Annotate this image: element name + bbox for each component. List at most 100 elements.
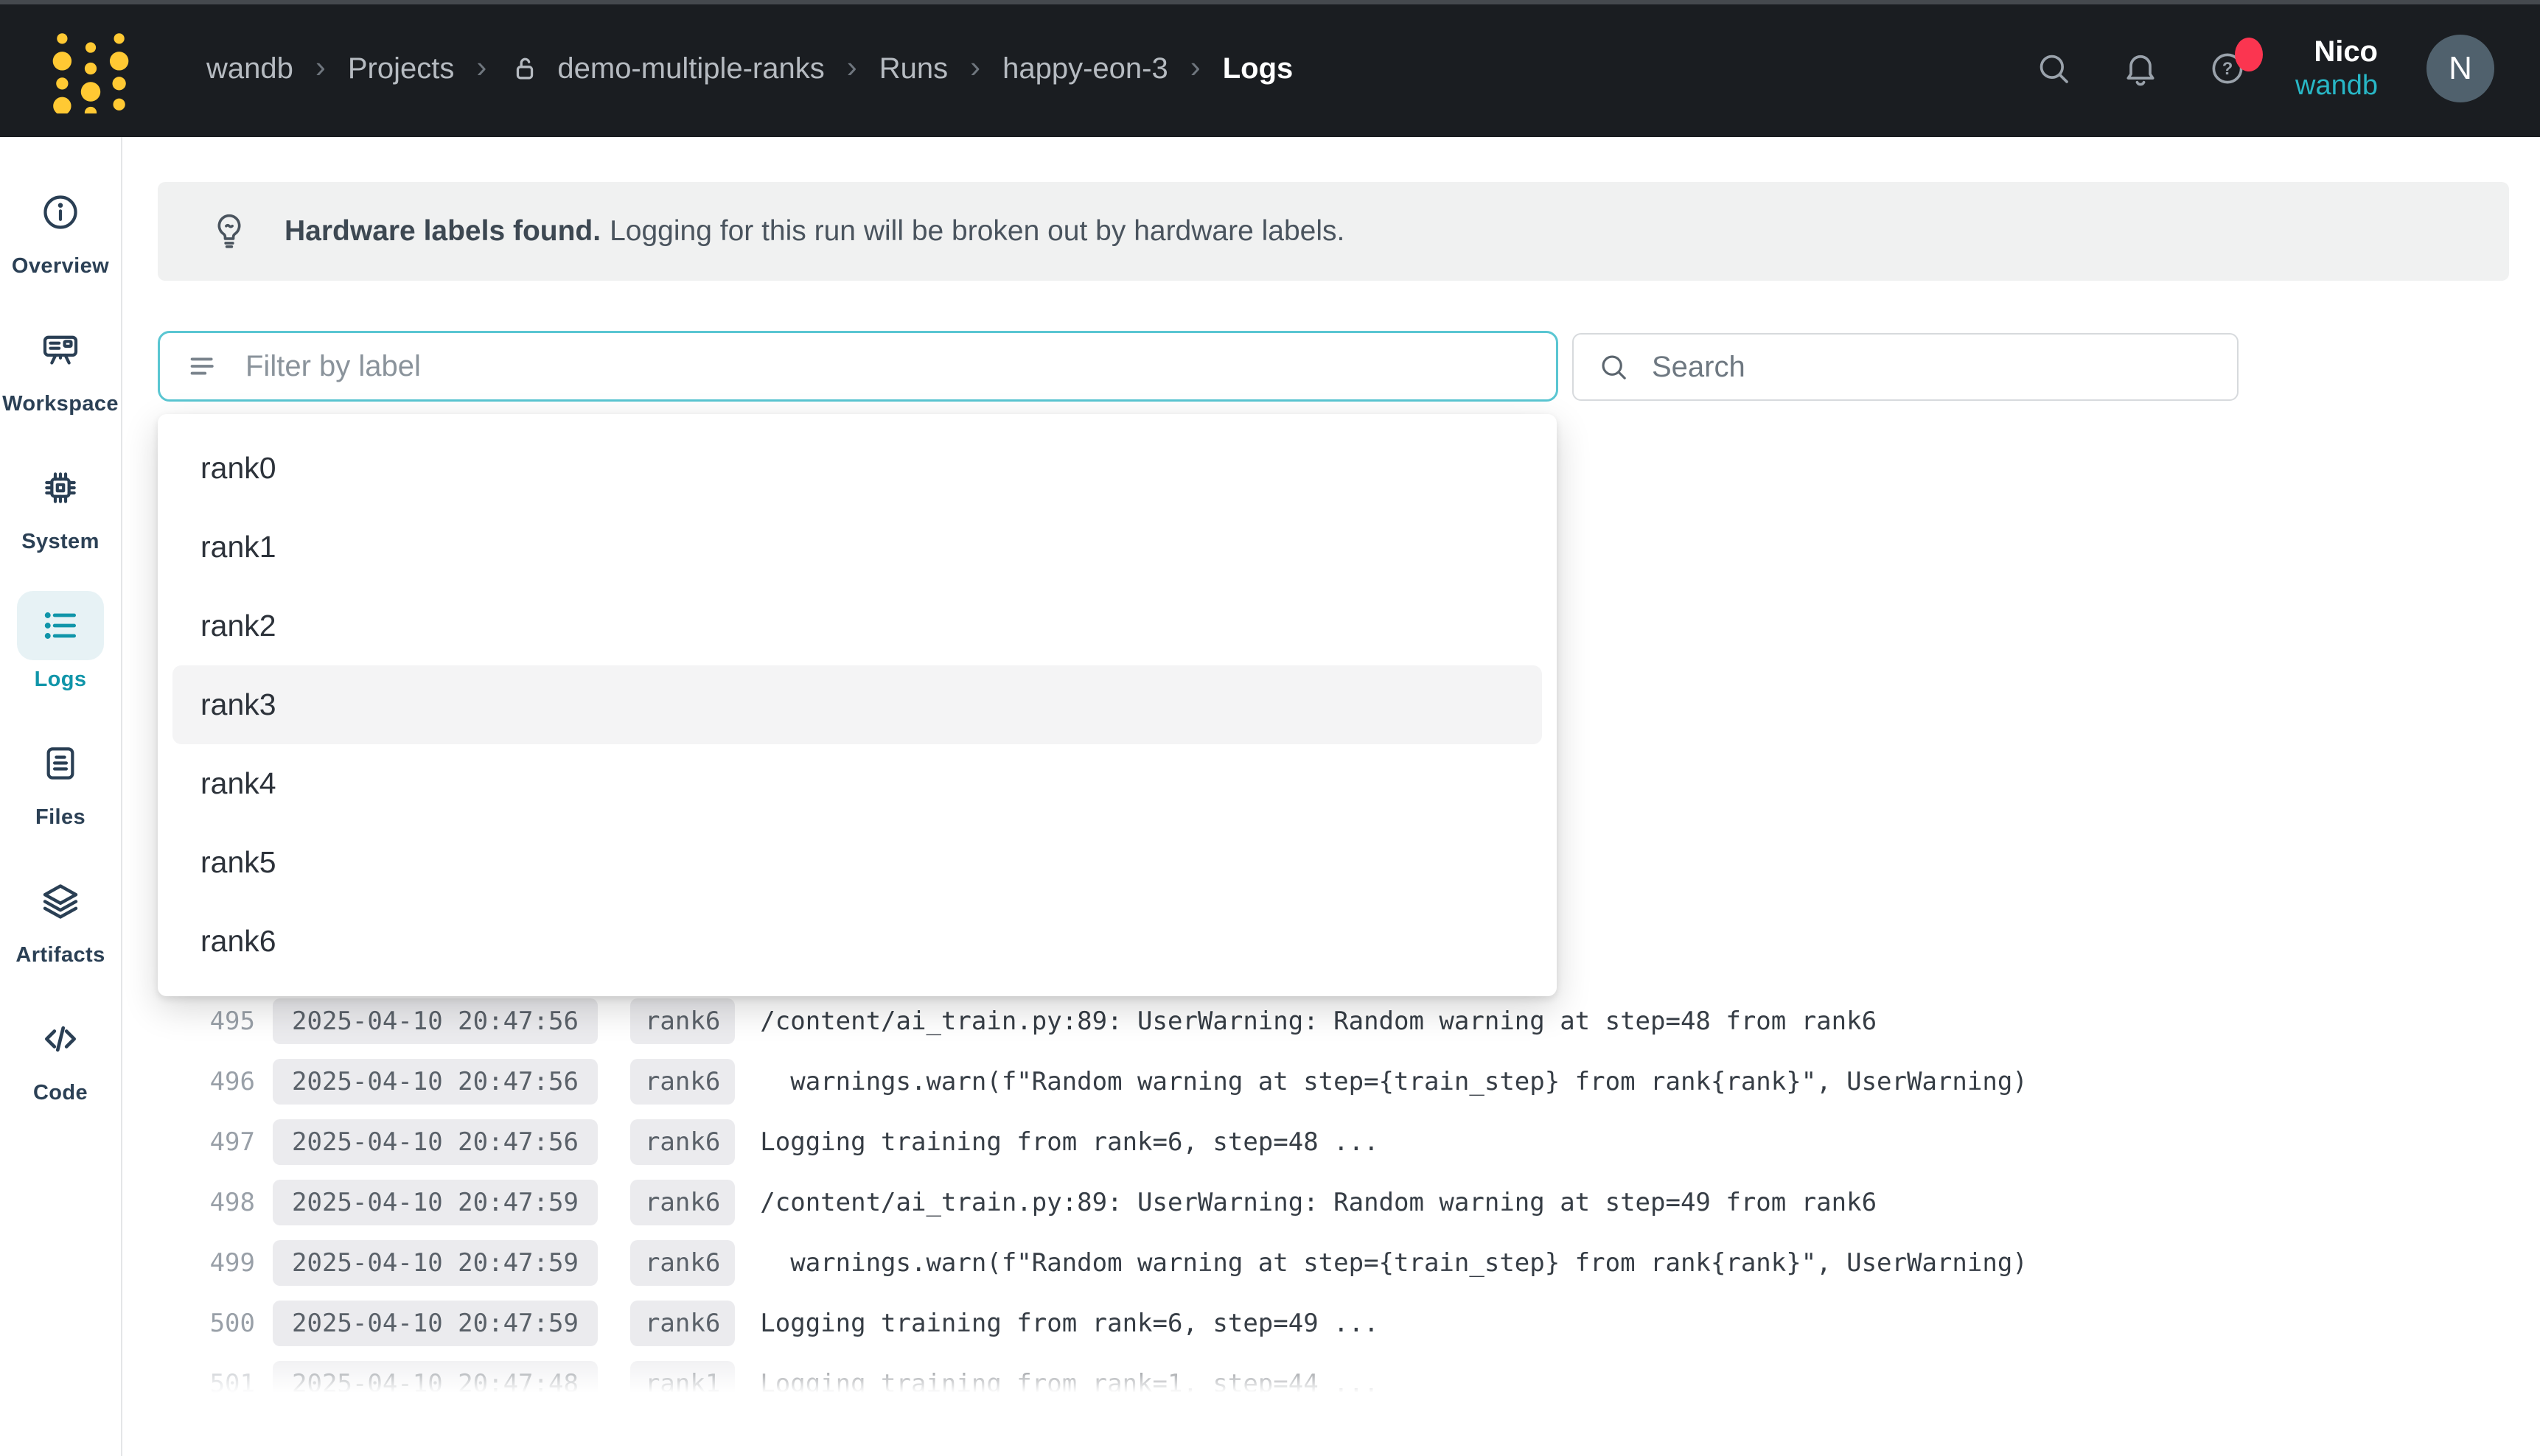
filter-input[interactable] [245, 350, 1531, 383]
banner-text: Hardware labels found. Logging for this r… [285, 215, 1344, 248]
file-icon [17, 729, 104, 798]
window-top-strip [0, 0, 2540, 4]
line-number: 501 [158, 1369, 255, 1399]
search-icon [1597, 351, 1630, 383]
dropdown-option-rank3[interactable]: rank3 [172, 665, 1542, 744]
sidebar-item-logs[interactable]: Logs [17, 591, 104, 692]
search-input[interactable] [1652, 351, 2213, 384]
sidebar-item-label: Overview [12, 254, 109, 279]
bell-icon[interactable] [2121, 49, 2160, 88]
line-number: 496 [158, 1067, 255, 1096]
log-row: 501 2025-04-10 20:47:48 rank1 Logging train… [158, 1354, 2502, 1399]
line-number: 499 [158, 1248, 255, 1278]
list-icon [17, 591, 104, 660]
label-filter-dropdown: rank0rank1rank2rank3rank4rank5rank6 [158, 414, 1557, 996]
user-name: Nico [2314, 35, 2378, 68]
breadcrumb-separator-icon: › [847, 52, 857, 83]
log-row: 500 2025-04-10 20:47:59 rank6 Logging train… [158, 1293, 2502, 1354]
sidebar-item-workspace[interactable]: Workspace [2, 315, 119, 416]
log-message: Logging training from rank=1, step=44 ..… [760, 1369, 1378, 1399]
log-search-field[interactable] [1572, 333, 2239, 401]
dropdown-option-rank0[interactable]: rank0 [158, 429, 1557, 508]
breadcrumb-item-projects[interactable]: Projects [348, 52, 455, 85]
sidebar-item-artifacts[interactable]: Artifacts [15, 867, 105, 967]
log-row: 496 2025-04-10 20:47:56 rank6 warnings.war… [158, 1051, 2502, 1112]
breadcrumb-item-happy-eon-3[interactable]: happy-eon-3 [1002, 52, 1168, 85]
lightbulb-icon [208, 210, 251, 253]
code-icon [17, 1004, 104, 1074]
rank-label-pill: rank6 [630, 1180, 735, 1225]
svg-text:?: ? [2222, 59, 2233, 79]
log-row: 4972025-04-10 20:47:56rank6Logging train… [158, 1112, 2502, 1172]
line-number: 498 [158, 1188, 255, 1217]
log-row: 498 2025-04-10 20:47:59 rank6/content/ai_t… [158, 1172, 2502, 1233]
sidebar-item-label: Workspace [2, 392, 119, 416]
dropdown-option-rank4[interactable]: rank4 [158, 744, 1557, 823]
breadcrumb-separator-icon: › [476, 52, 486, 83]
breadcrumb-separator-icon: › [1190, 52, 1201, 83]
breadcrumb-item-demo-multiple-ranks[interactable]: demo-multiple-ranks [557, 52, 824, 85]
log-output-panel[interactable]: 495 2025-04-10 20:47:56 rank6/content/ai_t… [158, 991, 2502, 1399]
rank-label-pill: rank6 [630, 1119, 735, 1165]
breadcrumb-separator-icon: › [970, 52, 980, 83]
rank-label-pill: rank1 [630, 1361, 735, 1399]
dropdown-option-rank1[interactable]: rank1 [158, 508, 1557, 587]
log-row: 4952025-04-10 20:47:56rank6/content/ai_t… [158, 991, 2502, 1051]
open-lock-icon [509, 52, 541, 85]
log-row: 499 2025-04-10 20:47:59 rank6 warnings.war… [158, 1233, 2502, 1293]
chip-icon [17, 453, 104, 522]
main-content: Hardware labels found. Logging for this r… [124, 137, 2540, 1456]
sidebar-item-label: Code [33, 1081, 88, 1105]
rank-label-pill: rank6 [630, 1240, 735, 1286]
dropdown-option-rank2[interactable]: rank2 [158, 587, 1557, 665]
dropdown-option-rank6[interactable]: rank6 [158, 902, 1557, 981]
help-icon[interactable]: ? [2208, 49, 2247, 88]
timestamp-pill: 2025-04-10 20:47:56 [273, 1119, 598, 1165]
timestamp-pill: 2025-04-10 20:47:59 [273, 1301, 598, 1346]
timestamp-pill: 2025-04-10 20:47:56 [273, 1059, 598, 1105]
hardware-labels-banner: Hardware labels found. Logging for this r… [158, 182, 2509, 281]
run-sidebar: Overview Workspace System Logs Files Artifact… [0, 137, 122, 1456]
timestamp-pill: 2025-04-10 20:47:59 [273, 1180, 598, 1225]
sidebar-item-overview[interactable]: Overview [12, 178, 109, 279]
banner-regular-text: Logging for this run will be broken out … [610, 215, 1344, 247]
topbar-actions: ? Nico wandb N [2034, 35, 2494, 102]
workspace-icon [17, 315, 104, 385]
timestamp-pill: 2025-04-10 20:47:56 [273, 998, 598, 1044]
wandb-logo-icon[interactable] [46, 24, 136, 113]
timestamp-pill: 2025-04-10 20:47:48 [273, 1361, 598, 1399]
log-message: /content/ai_train.py:89: UserWarning: Ra… [760, 1188, 1877, 1217]
line-number: 495 [158, 1007, 255, 1036]
sidebar-item-label: System [21, 530, 100, 554]
avatar[interactable]: N [2426, 35, 2494, 102]
sidebar-item-system[interactable]: System [17, 453, 104, 554]
sidebar-item-label: Files [35, 805, 86, 830]
layers-icon [17, 867, 104, 936]
sidebar-item-files[interactable]: Files [17, 729, 104, 830]
log-message: warnings.warn(f"Random warning at step={… [760, 1067, 2027, 1096]
breadcrumb-item-wandb[interactable]: wandb [206, 52, 293, 85]
top-navigation-bar: wandb › Projects › demo-multiple-ranks › Runs ›… [0, 0, 2540, 137]
log-message: warnings.warn(f"Random warning at step={… [760, 1248, 2027, 1278]
timestamp-pill: 2025-04-10 20:47:59 [273, 1240, 598, 1286]
breadcrumb-separator-icon: › [315, 52, 326, 83]
line-number: 497 [158, 1127, 255, 1157]
info-icon [17, 178, 104, 247]
sidebar-item-code[interactable]: Code [17, 1004, 104, 1105]
filter-by-label-field[interactable] [158, 331, 1558, 402]
breadcrumb-item-runs[interactable]: Runs [879, 52, 948, 85]
filter-icon [185, 349, 219, 383]
rank-label-pill: rank6 [630, 1059, 735, 1105]
breadcrumb-item-logs: Logs [1223, 52, 1294, 85]
banner-bold-text: Hardware labels found. [285, 215, 601, 247]
breadcrumb: wandb › Projects › demo-multiple-ranks › Runs ›… [206, 52, 1293, 85]
rank-label-pill: rank6 [630, 1301, 735, 1346]
line-number: 500 [158, 1309, 255, 1338]
dropdown-option-rank5[interactable]: rank5 [158, 823, 1557, 902]
user-block[interactable]: Nico wandb [2295, 35, 2378, 102]
sidebar-item-label: Logs [35, 668, 87, 692]
log-message: Logging training from rank=6, step=49 ..… [760, 1309, 1378, 1338]
user-team: wandb [2295, 71, 2378, 102]
search-icon[interactable] [2034, 49, 2073, 88]
log-message: /content/ai_train.py:89: UserWarning: Ra… [760, 1007, 1877, 1036]
